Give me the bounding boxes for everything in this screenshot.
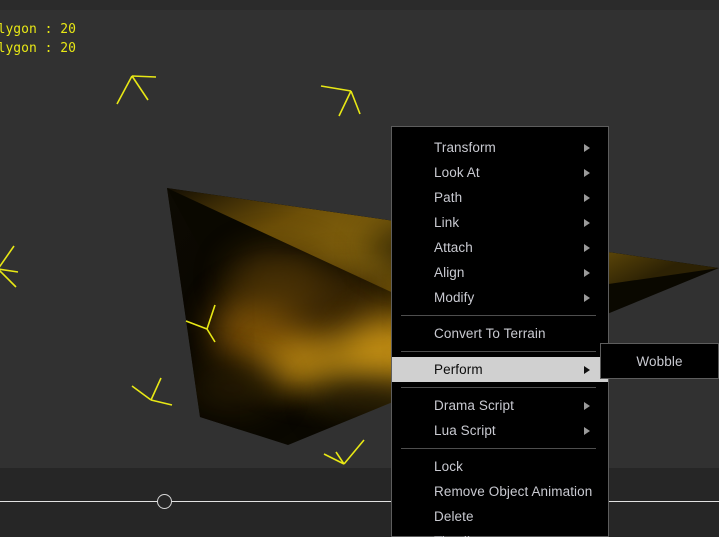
menu-item-delete[interactable]: Delete	[392, 504, 608, 529]
menu-item-perform[interactable]: Perform	[392, 357, 608, 382]
menu-separator	[401, 387, 596, 388]
menu-item-path[interactable]: Path	[392, 185, 608, 210]
menu-separator	[401, 315, 596, 316]
menu-item-modify[interactable]: Modify	[392, 285, 608, 310]
chevron-right-icon	[584, 168, 590, 177]
menu-item-link[interactable]: Link	[392, 210, 608, 235]
menu-item-convert-to-terrain[interactable]: Convert To Terrain	[392, 321, 608, 346]
menu-item-label: Attach	[434, 240, 473, 255]
menu-item-label: Link	[434, 215, 460, 230]
polygon-stats-overlay: Polygon : 20 Polygon : 20	[0, 22, 76, 56]
menu-separator	[401, 351, 596, 352]
top-strip	[0, 0, 719, 10]
menu-item-remove-object-animation[interactable]: Remove Object Animation	[392, 479, 608, 504]
timeline-panel[interactable]	[0, 468, 719, 537]
chevron-right-icon	[584, 218, 590, 227]
menu-item-align[interactable]: Align	[392, 260, 608, 285]
chevron-right-icon	[584, 243, 590, 252]
menu-separator	[401, 448, 596, 449]
chevron-right-icon	[584, 401, 590, 410]
axis-gizmo-1[interactable]	[114, 68, 164, 113]
menu-item-transform[interactable]: Transform	[392, 135, 608, 160]
menu-item-label: Convert To Terrain	[434, 326, 546, 341]
chevron-right-icon	[584, 426, 590, 435]
menu-item-label: Lock	[434, 459, 463, 474]
axis-gizmo-2[interactable]	[318, 78, 368, 123]
submenu-item-wobble[interactable]: Wobble	[601, 344, 718, 378]
menu-item-label: Delete	[434, 509, 474, 524]
chevron-right-icon	[584, 193, 590, 202]
menu-item-attach[interactable]: Attach	[392, 235, 608, 260]
menu-item-label: Path	[434, 190, 463, 205]
menu-item-timeline[interactable]: Timeline	[392, 529, 608, 537]
menu-item-label: Look At	[434, 165, 480, 180]
menu-item-label: Perform	[434, 362, 483, 377]
timeline-track[interactable]	[0, 501, 719, 502]
axis-gizmo-5[interactable]	[128, 372, 178, 417]
menu-item-lua-script[interactable]: Lua Script	[392, 418, 608, 443]
axis-gizmo-6[interactable]	[322, 432, 372, 468]
axis-gizmo-3[interactable]	[0, 242, 32, 292]
chevron-right-icon	[584, 143, 590, 152]
3d-viewport[interactable]: Polygon : 20 Polygon : 20	[0, 10, 719, 468]
menu-item-lock[interactable]: Lock	[392, 454, 608, 479]
timeline-handle[interactable]	[157, 494, 172, 509]
menu-item-label: Modify	[434, 290, 475, 305]
menu-item-look-at[interactable]: Look At	[392, 160, 608, 185]
menu-item-label: Transform	[434, 140, 496, 155]
axis-gizmo-4[interactable]	[184, 300, 232, 345]
menu-item-drama-script[interactable]: Drama Script	[392, 393, 608, 418]
chevron-right-icon	[584, 268, 590, 277]
menu-item-label: Lua Script	[434, 423, 496, 438]
chevron-right-icon	[584, 293, 590, 302]
menu-item-label: Drama Script	[434, 398, 514, 413]
submenu-perform[interactable]: Wobble	[600, 343, 719, 379]
menu-item-label: Align	[434, 265, 465, 280]
menu-item-label: Remove Object Animation	[434, 484, 593, 499]
chevron-right-icon	[584, 365, 590, 374]
context-menu[interactable]: Transform Look At Path Link Attach Align Modif…	[391, 126, 609, 537]
